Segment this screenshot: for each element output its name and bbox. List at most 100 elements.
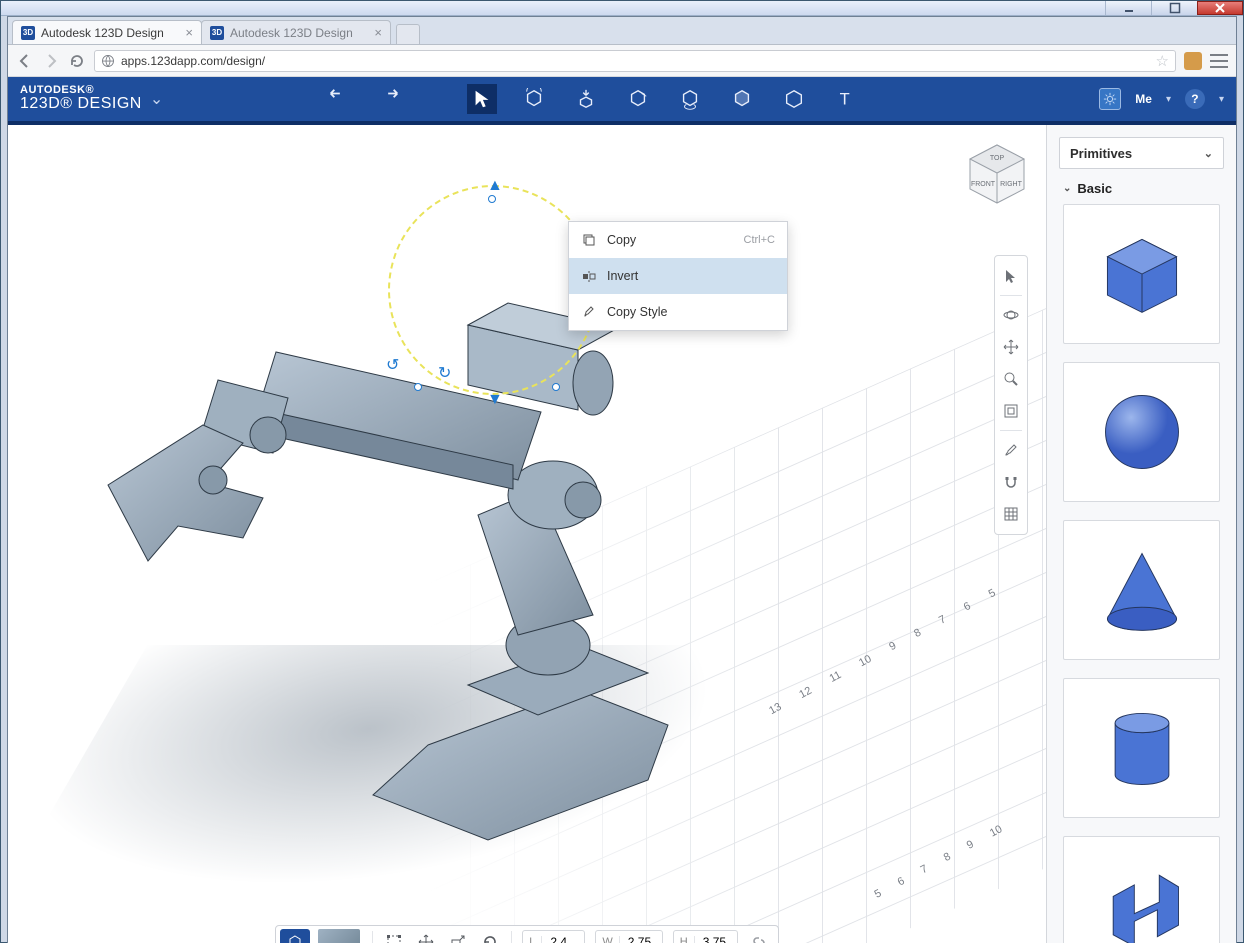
shape-prism[interactable] <box>1063 836 1220 943</box>
reload-button[interactable] <box>68 52 86 70</box>
hexagon-icon <box>783 88 805 110</box>
brush-icon <box>1003 442 1019 458</box>
group-icon <box>386 934 402 943</box>
nav-fit-button[interactable] <box>998 398 1024 424</box>
rotate-arrow-icon[interactable]: ↺ <box>386 355 399 375</box>
redo-button[interactable] <box>375 84 405 114</box>
orbit-icon <box>1003 307 1019 323</box>
browser-tab-active[interactable]: 3D Autodesk 123D Design × <box>12 20 202 44</box>
scale-button[interactable] <box>443 929 473 943</box>
svg-text:RIGHT: RIGHT <box>1000 181 1023 188</box>
account-caret-icon[interactable]: ▾ <box>1166 94 1171 105</box>
context-menu-item-invert[interactable]: Invert <box>569 258 787 294</box>
cube-down-icon <box>575 88 597 110</box>
undo-icon <box>327 88 349 110</box>
undo-button[interactable] <box>323 84 353 114</box>
nav-select-button[interactable] <box>998 263 1024 289</box>
context-menu-item-copy[interactable]: Copy Ctrl+C <box>569 222 787 258</box>
nav-zoom-button[interactable] <box>998 366 1024 392</box>
bookmark-star-icon[interactable]: ☆ <box>1156 52 1169 70</box>
insert-primitive-button[interactable] <box>571 84 601 114</box>
pan-icon <box>1003 339 1019 355</box>
menu-shortcut: Ctrl+C <box>744 234 775 246</box>
dimension-width[interactable]: W2.75 <box>595 930 662 943</box>
browser-menu-button[interactable] <box>1210 54 1228 68</box>
group-button[interactable] <box>379 929 409 943</box>
help-button[interactable]: ? <box>1185 89 1205 109</box>
dim-l-value: 2.4 <box>542 935 584 943</box>
text-tool-button[interactable]: T <box>831 84 861 114</box>
rotate-arrow-icon[interactable]: ↻ <box>438 363 451 383</box>
forward-button[interactable] <box>42 52 60 70</box>
shape-cylinder[interactable] <box>1063 678 1220 818</box>
help-caret-icon[interactable]: ▾ <box>1219 94 1224 105</box>
tab-close-icon[interactable]: × <box>374 25 382 40</box>
viewcube[interactable]: TOP FRONT RIGHT <box>962 139 1032 209</box>
account-label[interactable]: Me <box>1135 92 1152 106</box>
link-dimensions-button[interactable] <box>744 929 774 943</box>
cursor-icon <box>1003 268 1019 284</box>
move-button[interactable] <box>411 929 441 943</box>
shape-sphere[interactable] <box>1063 362 1220 502</box>
sketch-tool-button[interactable] <box>623 84 653 114</box>
rotate-button[interactable] <box>475 929 505 943</box>
copy-icon <box>581 232 597 248</box>
pattern-tool-button[interactable] <box>779 84 809 114</box>
browser-frame: 3D Autodesk 123D Design × 3D Autodesk 12… <box>7 16 1237 943</box>
modify-tool-button[interactable] <box>727 84 757 114</box>
window-titlebar <box>1 1 1243 16</box>
gizmo-down-arrow-icon[interactable]: ▼ <box>487 391 503 409</box>
nav-orbit-button[interactable] <box>998 302 1024 328</box>
primitives-dropdown[interactable]: Primitives ⌄ <box>1059 137 1224 169</box>
window-frame: 3D Autodesk 123D Design × 3D Autodesk 12… <box>0 0 1244 943</box>
new-tab-button[interactable] <box>396 24 420 44</box>
gizmo-up-arrow-icon[interactable]: ▲ <box>487 177 503 195</box>
app-brand[interactable]: AUTODESK® 123D® DESIGN <box>20 85 142 113</box>
dim-h-value: 3.75 <box>695 935 737 943</box>
svg-text:T: T <box>840 91 850 109</box>
material-button[interactable] <box>280 929 310 943</box>
gizmo-handle[interactable] <box>414 383 422 391</box>
section-toggle-basic[interactable]: ⌄ Basic <box>1047 177 1236 204</box>
material-swatch[interactable] <box>318 929 360 943</box>
shape-cone[interactable] <box>1063 520 1220 660</box>
window-close-button[interactable] <box>1197 1 1243 15</box>
sketch-icon <box>627 88 649 110</box>
app-toolbar: AUTODESK® 123D® DESIGN ⌄ T <box>8 77 1236 125</box>
shape-list[interactable] <box>1047 204 1236 943</box>
back-button[interactable] <box>16 52 34 70</box>
navigation-toolbar <box>994 255 1028 535</box>
toolbar-account: Me ▾ ? ▾ <box>1099 88 1224 110</box>
modify-icon <box>731 88 753 110</box>
redo-icon <box>379 88 401 110</box>
brand-menu-caret-icon[interactable]: ⌄ <box>150 89 163 109</box>
gizmo-handle[interactable] <box>488 195 496 203</box>
dimension-height[interactable]: H3.75 <box>673 930 738 943</box>
context-menu-item-copy-style[interactable]: Copy Style <box>569 294 787 330</box>
viewport[interactable]: 1312111098765 5678910 <box>8 125 1046 943</box>
window-maximize-button[interactable] <box>1151 1 1197 15</box>
avatar-icon[interactable] <box>1099 88 1121 110</box>
window-minimize-button[interactable] <box>1105 1 1151 15</box>
nav-grid-button[interactable] <box>998 501 1024 527</box>
address-bar[interactable]: apps.123dapp.com/design/ ☆ <box>94 50 1176 72</box>
construct-tool-button[interactable] <box>675 84 705 114</box>
tab-close-icon[interactable]: × <box>185 25 193 40</box>
shape-box[interactable] <box>1063 204 1220 344</box>
transform-tool-button[interactable] <box>519 84 549 114</box>
browser-tab-inactive[interactable]: 3D Autodesk 123D Design × <box>201 20 391 44</box>
dimension-length[interactable]: L2.4 <box>522 930 585 943</box>
nav-snap-button[interactable] <box>998 469 1024 495</box>
arrow-right-icon <box>43 53 59 69</box>
selection-ring[interactable] <box>388 185 598 395</box>
nav-appearance-button[interactable] <box>998 437 1024 463</box>
extension-icon[interactable] <box>1184 52 1202 70</box>
gizmo-handle[interactable] <box>552 383 560 391</box>
viewcube-icon: TOP FRONT RIGHT <box>962 139 1032 209</box>
section-title: Basic <box>1077 181 1112 196</box>
cone-icon <box>1094 542 1190 638</box>
tab-title: Autodesk 123D Design <box>230 26 353 40</box>
favicon-icon: 3D <box>21 26 35 40</box>
select-tool-button[interactable] <box>467 84 497 114</box>
nav-pan-button[interactable] <box>998 334 1024 360</box>
